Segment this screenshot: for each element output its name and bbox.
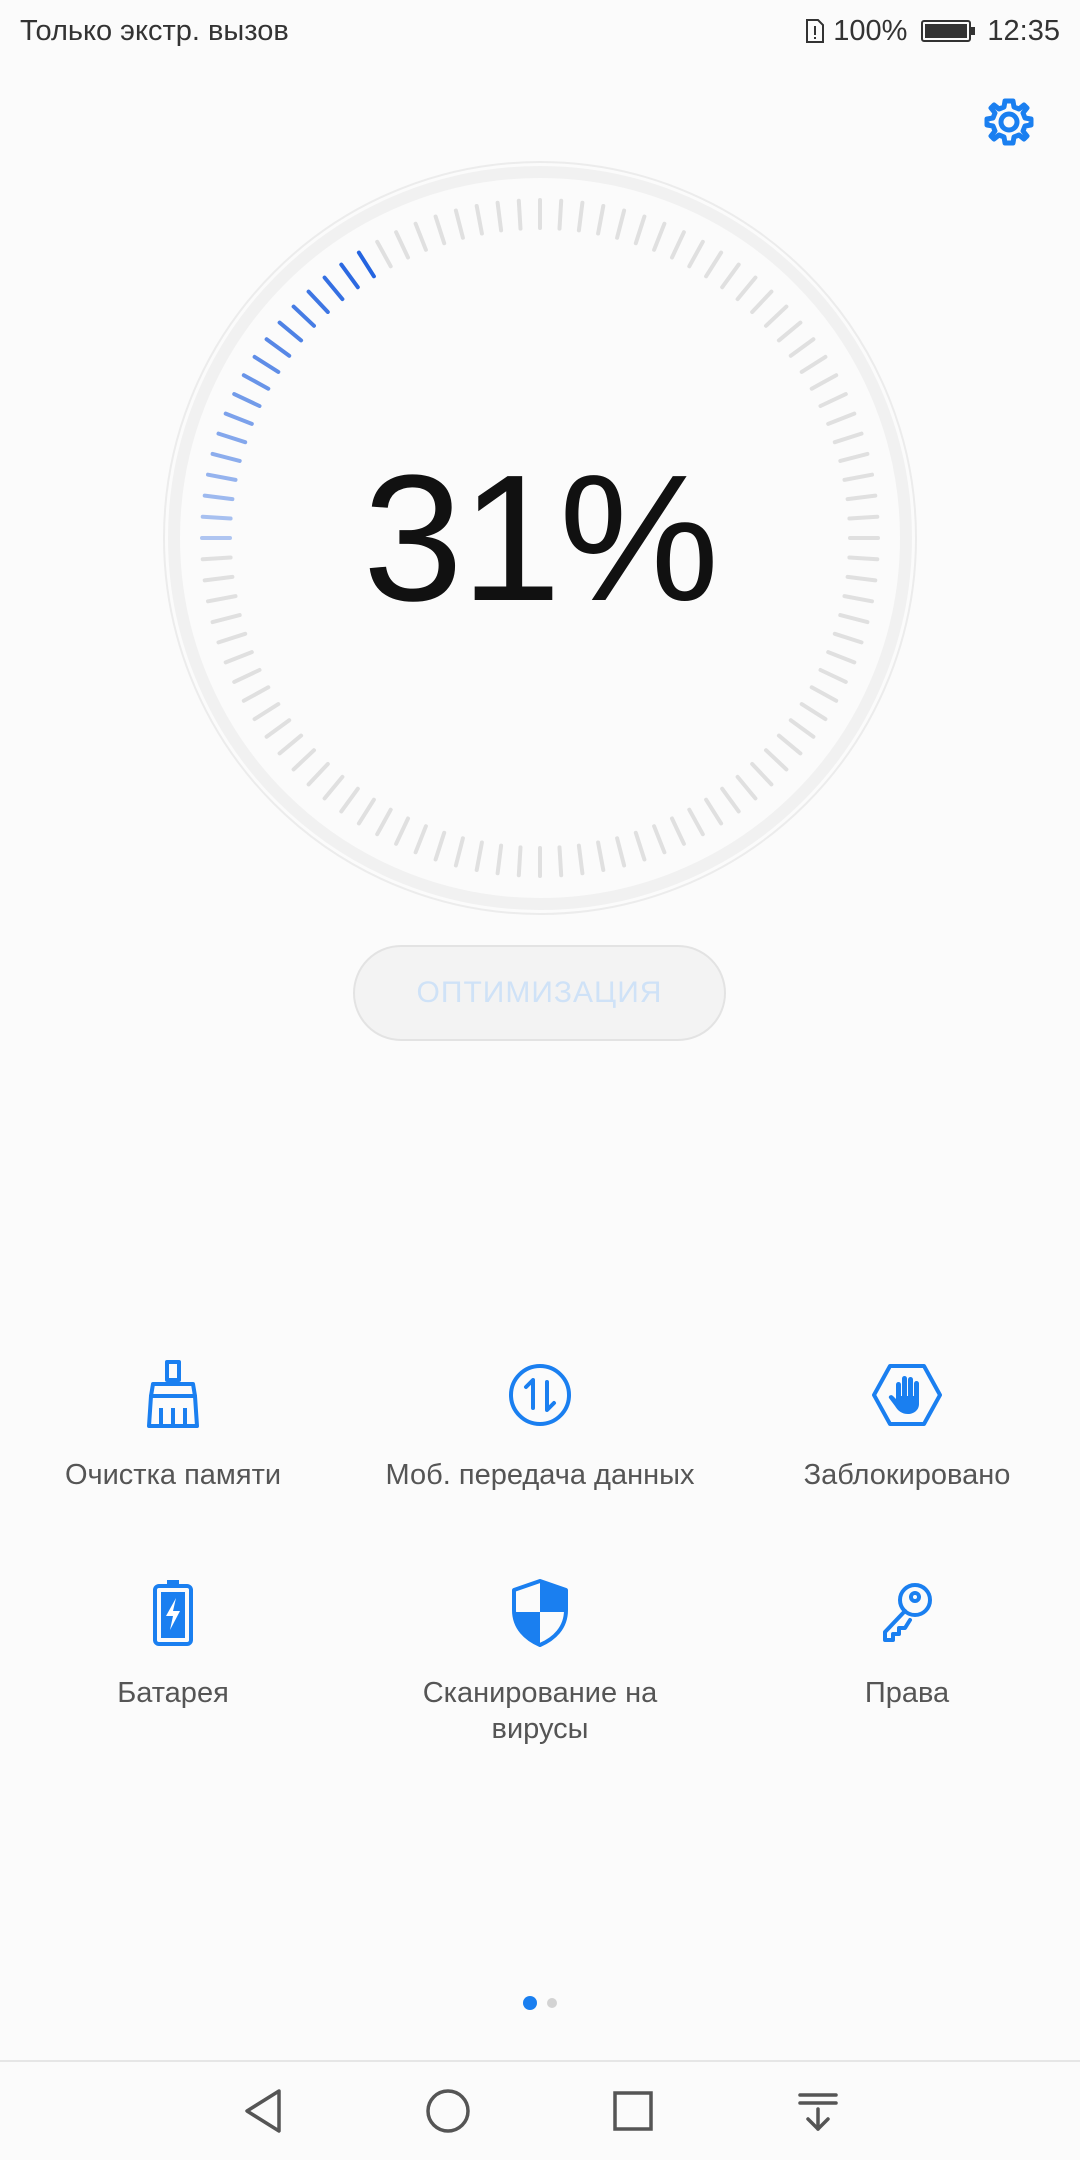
tool-permissions[interactable]: Права xyxy=(734,1573,1080,1791)
nav-notifications-button[interactable] xyxy=(788,2081,848,2141)
nav-back-button[interactable] xyxy=(233,2081,293,2141)
shield-icon xyxy=(512,1579,568,1647)
tool-label: Моб. передача данных xyxy=(385,1459,695,1491)
recents-icon xyxy=(612,2091,653,2131)
tool-memory-cleanup[interactable]: Очистка памяти xyxy=(0,1355,346,1573)
settings-button[interactable] xyxy=(982,94,1036,150)
memory-percent: 31% xyxy=(362,437,719,639)
page-dot[interactable] xyxy=(547,1998,557,2008)
blocked-hand-icon xyxy=(872,1364,942,1426)
battery-charge-icon xyxy=(153,1580,193,1646)
tool-blocked[interactable]: Заблокировано xyxy=(734,1355,1080,1573)
navigation-bar xyxy=(0,2060,1080,2160)
status-right: 100% 12:35 xyxy=(805,15,1060,48)
tool-battery[interactable]: Батарея xyxy=(0,1573,346,1791)
clock: 12:35 xyxy=(987,14,1060,47)
page-indicator xyxy=(0,1996,1080,2010)
optimize-button[interactable]: ОПТИМИЗАЦИЯ xyxy=(353,945,726,1041)
carrier-label: Только экстр. вызов xyxy=(20,14,289,47)
notifications-pull-icon xyxy=(797,2093,838,2131)
nav-home-button[interactable] xyxy=(418,2081,478,2141)
phone-manager-screen: Только экстр. вызов 100% 12:35 31% ОПТИМ… xyxy=(0,0,1080,2160)
page-dot-active[interactable] xyxy=(523,1996,537,2010)
sim-alert-icon xyxy=(806,19,825,43)
tools-grid: Очистка памяти Моб. передача данных Забл… xyxy=(0,1355,1080,1791)
key-icon xyxy=(883,1583,932,1642)
tool-label: Очистка памяти xyxy=(64,1459,282,1491)
tool-label: Сканирование на вирусы xyxy=(422,1677,658,1745)
tool-virus-scan[interactable]: Сканирование на вирусы xyxy=(346,1573,734,1791)
battery-percent: 100% xyxy=(833,14,908,47)
back-icon xyxy=(244,2089,281,2133)
tool-label: Батарея xyxy=(117,1677,229,1709)
tool-mobile-data[interactable]: Моб. передача данных xyxy=(346,1355,734,1573)
data-transfer-icon xyxy=(509,1364,571,1426)
tool-label: Права xyxy=(864,1677,950,1709)
home-icon xyxy=(425,2089,470,2133)
broom-icon xyxy=(147,1360,199,1428)
nav-recents-button[interactable] xyxy=(603,2081,663,2141)
tool-label: Заблокировано xyxy=(803,1459,1011,1491)
status-bar: Только экстр. вызов 100% 12:35 xyxy=(0,0,1080,62)
gear-icon xyxy=(984,98,1034,146)
memory-gauge: 31% xyxy=(162,160,918,916)
battery-icon xyxy=(921,20,976,42)
